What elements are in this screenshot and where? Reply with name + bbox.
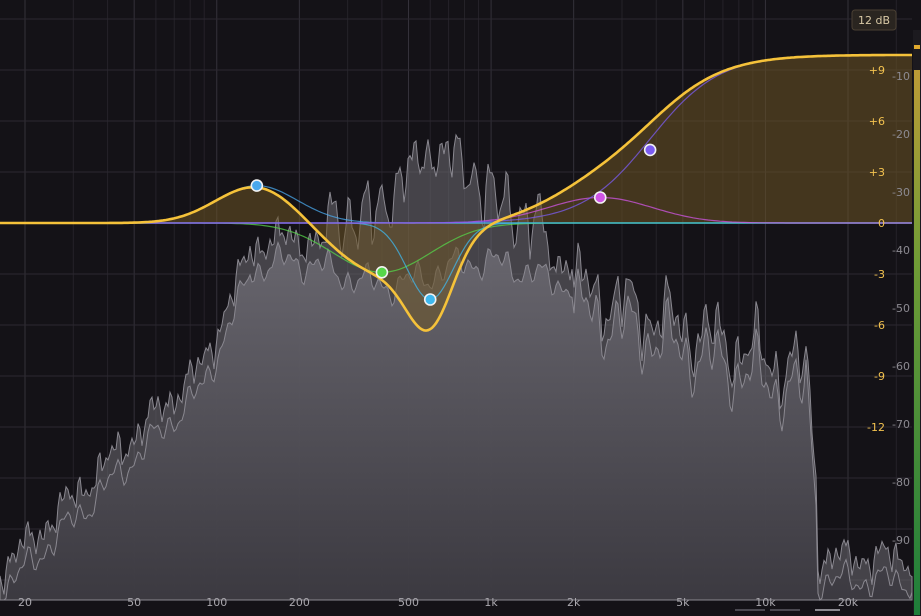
spectrum-tick-label: -20 bbox=[892, 128, 910, 141]
freq-tick-label: 20 bbox=[18, 596, 32, 609]
bottom-scroll-indicator[interactable] bbox=[735, 609, 840, 611]
spectrum-tick-label: -70 bbox=[892, 418, 910, 431]
spectrum-tick-label: -80 bbox=[892, 476, 910, 489]
spectrum-tick-label: -30 bbox=[892, 186, 910, 199]
gain-tick-label: 0 bbox=[878, 217, 885, 230]
spectrum-tick-label: -50 bbox=[892, 302, 910, 315]
gain-tick-label: -6 bbox=[874, 319, 885, 332]
band-5-handle[interactable] bbox=[643, 143, 657, 157]
level-meter bbox=[913, 30, 921, 616]
band-1-handle[interactable] bbox=[250, 179, 264, 192]
freq-tick-label: 10k bbox=[755, 596, 776, 609]
spectrum-tick-label: -90 bbox=[892, 534, 910, 547]
band-2-handle[interactable] bbox=[375, 265, 389, 279]
gain-tick-label: -3 bbox=[874, 268, 885, 281]
spectrum-tick-label: -10 bbox=[892, 70, 910, 83]
gain-tick-label: +9 bbox=[869, 64, 885, 77]
freq-tick-label: 1k bbox=[484, 596, 498, 609]
eq-display[interactable]: 20 50 100 200 500 1k 2k 5k 10k 20k +9+6+30-3-6-9-… bbox=[0, 0, 921, 616]
freq-tick-label: 50 bbox=[127, 596, 141, 609]
freq-tick-label: 20k bbox=[838, 596, 859, 609]
range-button[interactable]: 12 dB bbox=[851, 9, 897, 31]
band-3-handle[interactable] bbox=[423, 293, 437, 306]
spectrum-tick-label: -60 bbox=[892, 360, 910, 373]
gain-tick-label: +3 bbox=[869, 166, 885, 179]
freq-tick-label: 2k bbox=[567, 596, 581, 609]
band-4-handle[interactable] bbox=[593, 191, 607, 204]
gain-tick-label: -12 bbox=[867, 421, 885, 434]
gain-tick-label: -9 bbox=[874, 370, 885, 383]
range-button-label: 12 dB bbox=[858, 14, 890, 27]
freq-tick-label: 500 bbox=[398, 596, 419, 609]
spectrum-tick-label: -40 bbox=[892, 244, 910, 257]
freq-tick-label: 200 bbox=[289, 596, 310, 609]
freq-tick-label: 100 bbox=[206, 596, 227, 609]
freq-tick-label: 5k bbox=[676, 596, 690, 609]
gain-tick-label: +6 bbox=[869, 115, 885, 128]
